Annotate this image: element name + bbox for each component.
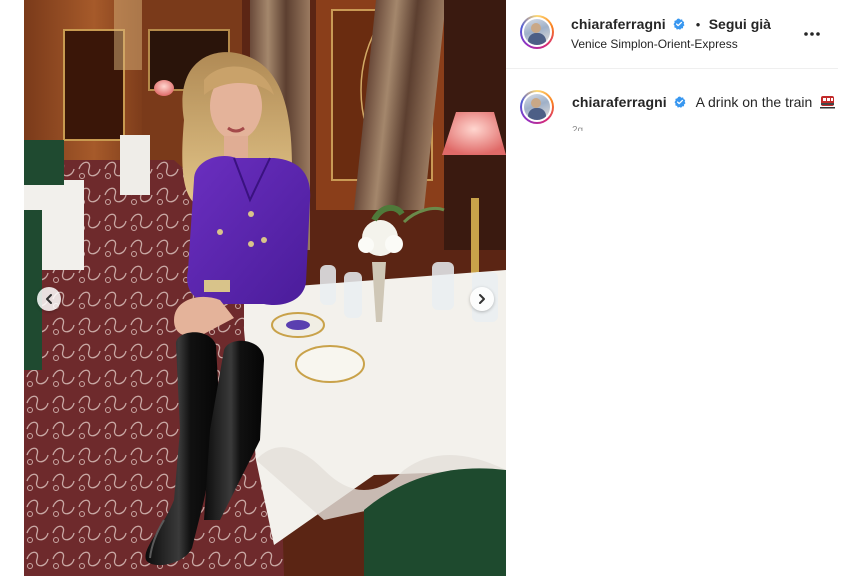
- caption-username-link[interactable]: chiaraferragni: [572, 94, 667, 110]
- post-timestamp: 2g: [572, 126, 583, 131]
- carousel-next-button[interactable]: [470, 287, 494, 311]
- author-avatar[interactable]: [520, 15, 554, 49]
- post-location-link[interactable]: Venice Simplon-Orient-Express: [571, 37, 738, 51]
- caption-line: chiaraferragni A drink on the train: [572, 94, 836, 110]
- caption-text: A drink on the train: [695, 94, 813, 110]
- chevron-left-icon: [46, 294, 52, 304]
- train-icon: [820, 96, 836, 109]
- author-username-link[interactable]: chiaraferragni: [571, 16, 666, 32]
- post-header: chiaraferragni • Segui già Venice Simplo…: [506, 0, 838, 69]
- post-side-panel: chiaraferragni • Segui già Venice Simplo…: [506, 0, 838, 576]
- verified-badge-icon: [673, 18, 685, 30]
- post-photo[interactable]: [24, 0, 506, 576]
- verified-badge-icon: [674, 96, 686, 108]
- carousel-prev-button[interactable]: [37, 287, 61, 311]
- chevron-right-icon: [479, 294, 485, 304]
- post-photo-illustration: [24, 0, 506, 576]
- header-separator: •: [695, 17, 701, 32]
- more-horizontal-icon[interactable]: [802, 24, 822, 44]
- caption-author-avatar[interactable]: [520, 90, 554, 124]
- following-status-button[interactable]: Segui già: [709, 16, 771, 32]
- header-author-line: chiaraferragni • Segui già: [571, 16, 771, 34]
